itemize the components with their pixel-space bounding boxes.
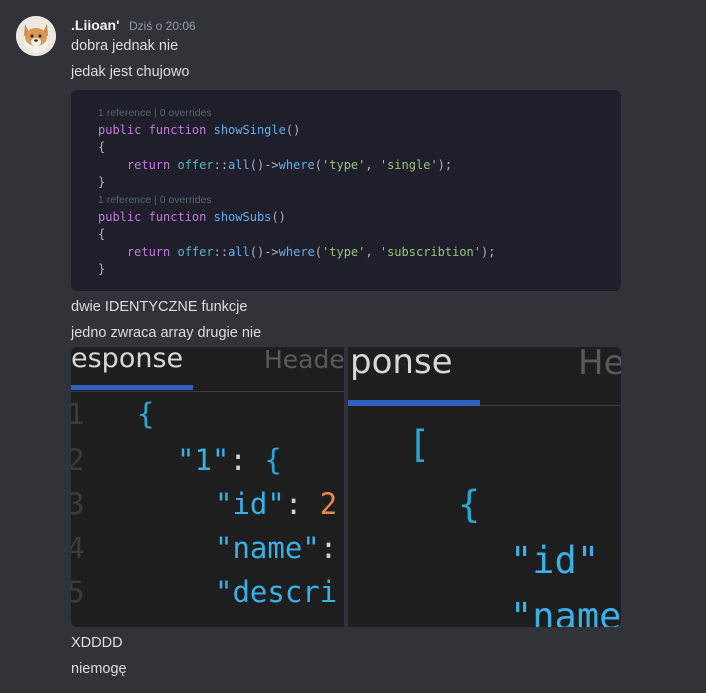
json-line: [ [408, 423, 431, 466]
json-line: "id" [510, 539, 600, 582]
code-screenshot-attachment[interactable]: 1 reference | 0 overrides public functio… [71, 90, 621, 291]
json-line: "name": [215, 531, 338, 565]
tab-response: ponse [350, 347, 453, 382]
json-response-screenshot-left[interactable]: esponse Heade 1 2 3 4 5 { "1": { "id": 2… [71, 347, 344, 627]
code-block: 1 reference | 0 overrides public functio… [98, 107, 496, 276]
json-response-screenshot-right[interactable]: ponse He [ { "id" "name [348, 347, 621, 627]
tab-headers: He [578, 347, 621, 383]
active-tab-underline [71, 385, 193, 390]
json-line: { [137, 397, 155, 431]
avatar[interactable] [16, 16, 56, 56]
json-line: "1": { [177, 443, 282, 477]
dog-avatar-icon [16, 16, 56, 56]
message-line: niemogę [71, 661, 127, 677]
message-line: jedak jest chujowo [71, 64, 190, 80]
tab-response: esponse [71, 347, 184, 374]
message-timestamp: Dziś o 20:06 [129, 19, 196, 33]
author-username[interactable]: .Liioan' [71, 17, 119, 33]
active-tab-underline [348, 400, 480, 406]
message-line: dwie IDENTYCZNE funkcje [71, 299, 248, 315]
json-line: "id": 2 [215, 487, 338, 521]
message-line: jedno zwraca array drugie nie [71, 325, 262, 341]
response-tab-bar: ponse He [348, 347, 621, 406]
json-line: { [458, 483, 481, 526]
tab-headers: Heade [264, 347, 344, 374]
message-line: XDDDD [71, 635, 123, 651]
json-line: "descri [215, 575, 338, 609]
message-line: dobra jednak nie [71, 38, 179, 54]
json-line: "name [510, 595, 621, 627]
